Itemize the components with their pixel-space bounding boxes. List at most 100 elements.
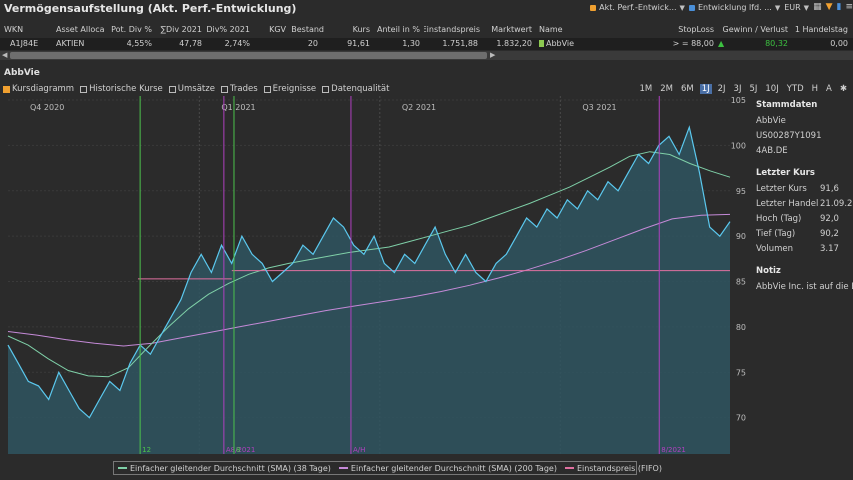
tab-trades[interactable]: Trades: [220, 84, 258, 94]
y-tick-label: 85: [736, 278, 746, 287]
y-tick-label: 70: [736, 414, 746, 423]
detail-tabs: Kursdiagramm Historische Kurse Umsätze T…: [3, 84, 389, 94]
checkbox-icon: [220, 85, 228, 93]
window-title: Vermögensaufstellung (Akt. Perf.-Entwick…: [4, 2, 297, 15]
tief-row: Tief (Tag) 90,2: [756, 229, 839, 239]
chart-icon[interactable]: ▮: [837, 3, 842, 12]
filter-icon[interactable]: ▼: [826, 3, 833, 12]
checkbox-icon: [322, 85, 330, 93]
stock-name: AbbVie: [756, 116, 786, 126]
info-sidebar: Stammdaten AbbVie US00287Y1091 4AB.DE Le…: [756, 100, 853, 292]
development-dropdown[interactable]: Entwicklung lfd. ... ▼: [688, 3, 781, 12]
chevron-down-icon: ▼: [774, 3, 781, 12]
checkbox-icon: [168, 85, 176, 93]
hoch-row: Hoch (Tag) 92,0: [756, 214, 839, 224]
legend-sma200[interactable]: Einfacher gleitender Durchschnitt (SMA) …: [338, 464, 557, 473]
scroll-right-icon[interactable]: ▶: [490, 51, 495, 59]
legend-line-icon: [564, 467, 574, 469]
col-asset[interactable]: Asset Alloca: [56, 25, 106, 34]
range-2m[interactable]: 2M: [658, 84, 675, 94]
notiz-title: Notiz: [756, 266, 781, 276]
col-stoploss[interactable]: StopLoss: [664, 25, 714, 34]
col-marktwert[interactable]: Marktwert: [490, 25, 532, 34]
checkbox-icon: [263, 85, 271, 93]
kurs-row: Letzter Kurs 91,6: [756, 184, 839, 194]
y-tick-label: 100: [731, 141, 746, 150]
col-handelstag[interactable]: 1 Handelstag: [790, 25, 848, 34]
scrollbar-thumb[interactable]: [10, 52, 487, 59]
tab-historische-kurse[interactable]: Historische Kurse: [80, 84, 163, 94]
y-tick-label: 75: [736, 368, 746, 377]
perf-dropdown[interactable]: Akt. Perf.-Entwick... ▼: [590, 3, 685, 12]
range-5j[interactable]: 5J: [747, 84, 759, 94]
horizontal-scrollbar[interactable]: ◀ ▶: [0, 51, 853, 60]
price-chart[interactable]: 70 75 80 85 90 95 100 105 Q4 2020 Q1 2021 Q2 2021 Q…: [0, 96, 756, 458]
legend-fifo[interactable]: Einstandspreis (FIFO): [564, 464, 662, 473]
section-title: AbbVie: [4, 68, 40, 78]
range-h[interactable]: H: [810, 84, 820, 94]
event-label: A8/2021: [226, 446, 255, 454]
chevron-down-icon: ▼: [803, 3, 810, 12]
settings-icon[interactable]: ✱: [838, 84, 849, 94]
document-icon: [539, 40, 544, 47]
col-kurs[interactable]: Kurs: [330, 25, 370, 34]
col-potdiv[interactable]: Pot. Div %: [108, 25, 152, 34]
stammdaten-title: Stammdaten: [756, 100, 818, 110]
col-bestand[interactable]: Bestand: [290, 25, 324, 34]
event-label: 12: [142, 446, 151, 454]
col-divpct[interactable]: Div% 2021: [206, 25, 250, 34]
legend-sma38[interactable]: Einfacher gleitender Durchschnitt (SMA) …: [118, 464, 331, 473]
range-ytd[interactable]: YTD: [785, 84, 806, 94]
table-header: WKN Asset Alloca Pot. Div % ∑Div 2021 Di…: [0, 24, 853, 35]
range-10j[interactable]: 10J: [763, 84, 780, 94]
tab-datenqualitaet[interactable]: Datenqualität: [322, 84, 389, 94]
range-6m[interactable]: 6M: [679, 84, 696, 94]
col-sumdiv[interactable]: ∑Div 2021: [156, 25, 202, 34]
event-label: 8/2021: [661, 446, 686, 454]
notiz-text: AbbVie Inc. ist auf die Er: [756, 282, 853, 292]
table-row[interactable]: A1J84E AKTIEN 4,55% 47,78 2,74% 20 91,61…: [0, 38, 853, 50]
quarter-label: Q2 2021: [402, 103, 436, 112]
quarter-label: Q4 2020: [30, 103, 64, 112]
gain-value: 80,32: [765, 39, 788, 48]
tab-ereignisse[interactable]: Ereignisse: [263, 84, 316, 94]
currency-dropdown[interactable]: EUR ▼: [784, 3, 809, 12]
y-tick-label: 95: [736, 187, 746, 196]
checkbox-icon: [80, 85, 88, 93]
checkbox-icon: [3, 85, 10, 93]
volumen-row: Volumen 3.17: [756, 244, 839, 254]
letzter-kurs-title: Letzter Kurs: [756, 168, 815, 178]
stock-symbol: 4AB.DE: [756, 146, 788, 156]
col-einstand[interactable]: Einstandspreis: [424, 25, 480, 34]
range-1m[interactable]: 1M: [637, 84, 654, 94]
arrow-up-icon: ▲: [718, 39, 725, 48]
y-tick-label: 90: [736, 232, 746, 241]
chevron-down-icon: ▼: [679, 3, 685, 12]
scroll-left-icon[interactable]: ◀: [2, 51, 7, 59]
col-name[interactable]: Name: [539, 25, 579, 34]
chart-legend: Einfacher gleitender Durchschnitt (SMA) …: [113, 461, 662, 475]
stock-isin: US00287Y1091: [756, 131, 822, 141]
col-anteil[interactable]: Anteil in %: [374, 25, 420, 34]
menu-icon[interactable]: ≡: [845, 3, 853, 12]
range-2j[interactable]: 2J: [716, 84, 728, 94]
range-a[interactable]: A: [824, 84, 834, 94]
legend-line-icon: [118, 467, 127, 469]
table-icon[interactable]: ▦: [813, 3, 822, 12]
quarter-label: Q1 2021: [221, 103, 255, 112]
col-kgv[interactable]: KGV: [256, 25, 286, 34]
event-label: A/H: [353, 446, 365, 454]
tab-kursdiagramm[interactable]: Kursdiagramm: [3, 84, 74, 94]
blue-square-icon: [688, 4, 695, 11]
range-selector: 1M 2M 6M 1J 2J 3J 5J 10J YTD H A ✱: [637, 84, 849, 94]
handel-row: Letzter Handel21.09.202: [756, 199, 853, 209]
title-bar: Vermögensaufstellung (Akt. Perf.-Entwick…: [0, 0, 853, 18]
legend-line-icon: [338, 467, 348, 469]
range-3j[interactable]: 3J: [732, 84, 744, 94]
y-tick-label: 80: [736, 323, 746, 332]
event-label: 8: [236, 446, 240, 454]
tab-umsaetze[interactable]: Umsätze: [168, 84, 215, 94]
range-1j[interactable]: 1J: [699, 84, 712, 94]
col-wkn[interactable]: WKN: [4, 25, 44, 34]
col-gewinn[interactable]: Gewinn / Verlust: [718, 25, 788, 34]
